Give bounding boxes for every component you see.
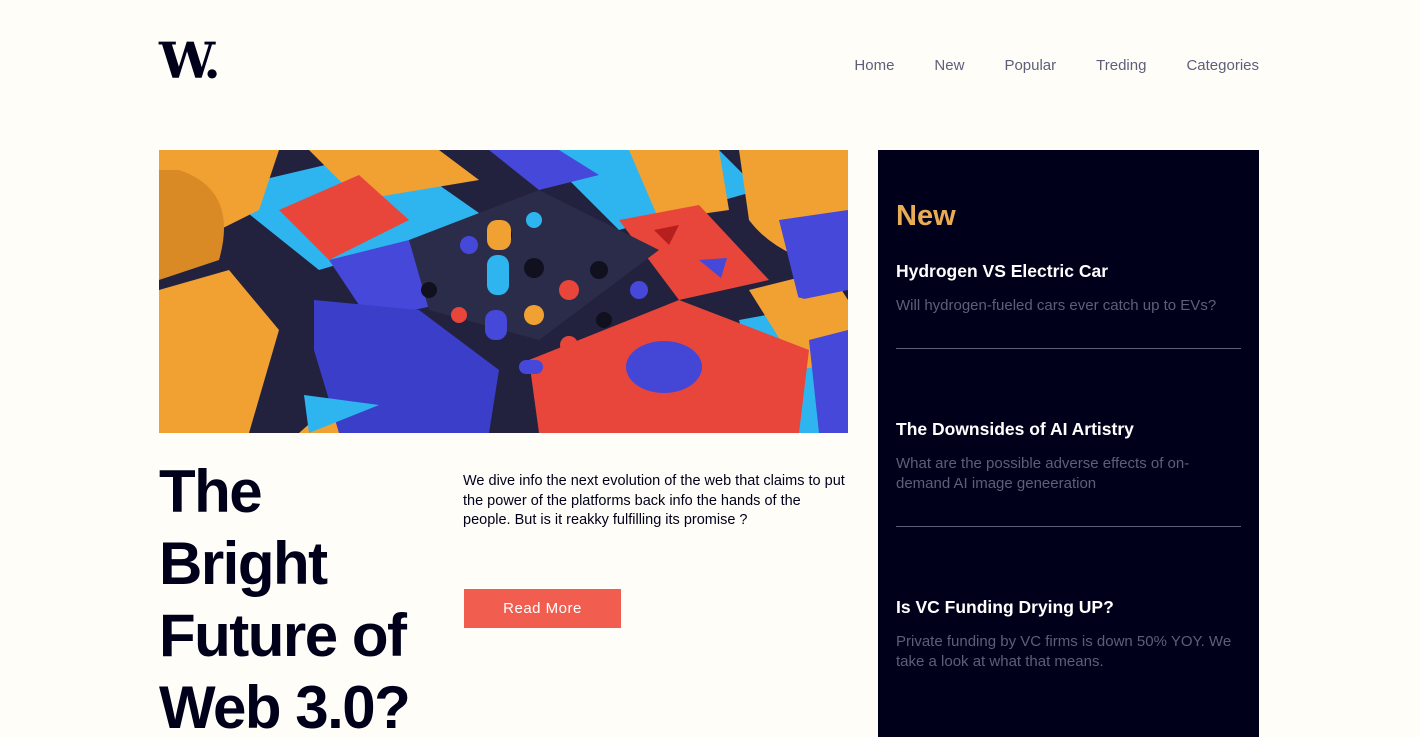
hero-headline-line: The: [159, 458, 263, 525]
main-nav: Home New Popular Treding Categories: [814, 56, 1259, 76]
article-title[interactable]: The Downsides of AI Artistry: [896, 418, 1241, 440]
hero-image: [159, 150, 848, 433]
hero-headline-line: Web 3.0?: [159, 674, 411, 737]
hero-headline: The Bright Future of Web 3.0?: [159, 456, 459, 737]
abstract-blocks-illustration: [159, 150, 848, 433]
hero-headline-line: Bright: [159, 530, 328, 597]
hero-intro-text: We dive info the next evolution of the w…: [463, 473, 845, 528]
article-divider: [896, 526, 1241, 527]
sidebar-article[interactable]: The Downsides of AI Artistry What are th…: [896, 418, 1241, 493]
read-more-button[interactable]: Read More: [464, 589, 621, 628]
article-divider: [896, 348, 1241, 349]
nav-categories-link[interactable]: Categories: [1186, 56, 1259, 76]
new-articles-sidebar: New Hydrogen VS Electric Car Will hydrog…: [878, 150, 1259, 737]
article-summary: What are the possible adverse effects of…: [896, 455, 1190, 492]
sidebar-article[interactable]: Hydrogen VS Electric Car Will hydrogen-f…: [896, 260, 1241, 316]
sidebar-title: New: [896, 200, 956, 232]
site-header: W. Home New Popular Treding Categories: [159, 36, 1259, 86]
article-title[interactable]: Hydrogen VS Electric Car: [896, 260, 1241, 282]
article-summary: Will hydrogen-fueled cars ever catch up …: [896, 297, 1217, 314]
site-logo[interactable]: W.: [159, 36, 221, 86]
nav-trending-link[interactable]: Treding: [1096, 56, 1146, 76]
nav-new-link[interactable]: New: [934, 56, 964, 76]
hero-headline-line: Future of: [159, 602, 407, 669]
article-summary: Private funding by VC firms is down 50% …: [896, 633, 1232, 670]
sidebar-article[interactable]: Is VC Funding Drying UP? Private funding…: [896, 596, 1241, 671]
nav-home-link[interactable]: Home: [854, 56, 894, 76]
article-title[interactable]: Is VC Funding Drying UP?: [896, 596, 1241, 618]
nav-popular-link[interactable]: Popular: [1004, 56, 1056, 76]
